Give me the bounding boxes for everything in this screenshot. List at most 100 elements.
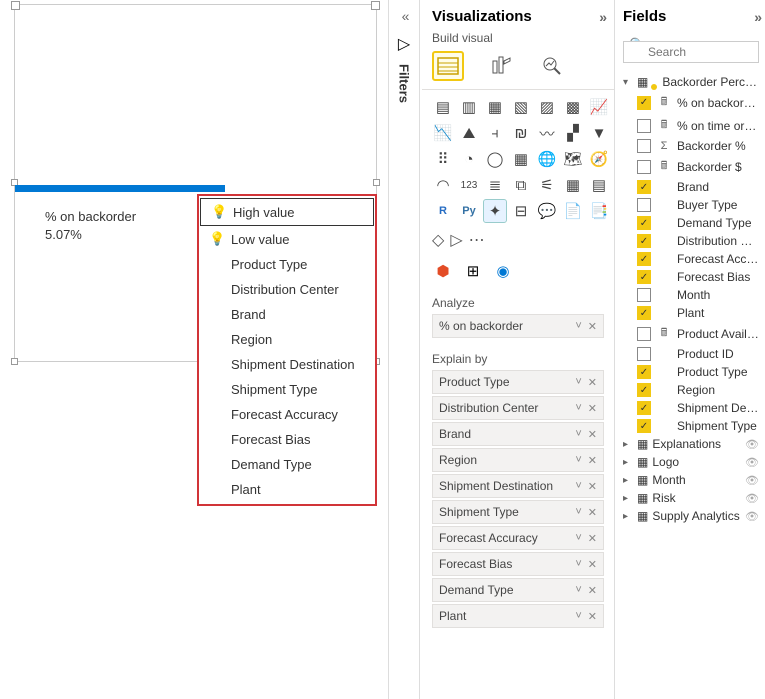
menu-item[interactable]: Product Type [199, 252, 375, 277]
line-clustered-column-icon[interactable]: ₪ [510, 122, 532, 144]
field-row[interactable]: Product ID [623, 345, 759, 363]
menu-item[interactable]: Shipment Destination [199, 352, 375, 377]
menu-item[interactable]: Forecast Accuracy [199, 402, 375, 427]
remove-field-icon[interactable]: ✕ [588, 506, 597, 519]
chevron-down-icon[interactable]: ˅ [575, 610, 581, 622]
funnel-icon[interactable]: ▼ [588, 122, 610, 144]
kpi-icon[interactable]: ⧉ [510, 174, 532, 196]
menu-item[interactable]: Distribution Center [199, 277, 375, 302]
field-checkbox[interactable] [637, 327, 651, 341]
chevron-down-icon[interactable]: ˅ [575, 320, 581, 332]
explain-field-well[interactable]: Brand˅✕ [432, 422, 604, 446]
explain-field-well[interactable]: Forecast Bias˅✕ [432, 552, 604, 576]
field-row[interactable]: ✓Region [623, 381, 759, 399]
expand-caret-icon[interactable]: ▾ [623, 77, 633, 88]
field-checkbox[interactable]: ✓ [637, 419, 651, 433]
table-row[interactable]: ▸▦Explanations👁 [623, 435, 759, 453]
field-row[interactable]: ΣBackorder % [623, 137, 759, 155]
card-icon[interactable]: 123 [458, 174, 480, 196]
chevron-down-icon[interactable]: ˅ [575, 402, 581, 414]
field-checkbox[interactable] [637, 160, 651, 174]
matrix-icon[interactable]: ▤ [588, 174, 610, 196]
expand-filters-icon[interactable]: « [402, 8, 407, 24]
field-checkbox[interactable]: ✓ [637, 252, 651, 266]
chevron-down-icon[interactable]: ˅ [575, 532, 581, 544]
field-row[interactable]: Buyer Type [623, 196, 759, 214]
area-chart-icon[interactable]: 📉 [432, 122, 454, 144]
azure-map-icon[interactable]: 🧭 [588, 148, 610, 170]
filters-pane-collapsed[interactable]: « ▷ Filters [388, 0, 420, 699]
field-checkbox[interactable] [637, 198, 651, 212]
stacked-area-icon[interactable]: ⛰ [458, 122, 480, 144]
chevron-down-icon[interactable]: ˅ [575, 558, 581, 570]
field-row[interactable]: ✓Product Type [623, 363, 759, 381]
field-row[interactable]: ✓Forecast Accuracy [623, 250, 759, 268]
field-row[interactable]: ✓🖩% on backorder [623, 91, 759, 114]
menu-item[interactable]: Shipment Type [199, 377, 375, 402]
expand-caret-icon[interactable]: ▸ [623, 493, 633, 504]
expand-caret-icon[interactable]: ▸ [623, 457, 633, 468]
chevron-down-icon[interactable]: ˅ [575, 506, 581, 518]
explain-field-well[interactable]: Demand Type˅✕ [432, 578, 604, 602]
field-row[interactable]: ✓Shipment Type [623, 417, 759, 435]
chevron-down-icon[interactable]: ˅ [575, 376, 581, 388]
remove-field-icon[interactable]: ✕ [588, 320, 597, 333]
clustered-column-icon[interactable]: ▧ [510, 96, 532, 118]
field-row[interactable]: 🖩Product Availabil... [623, 322, 759, 345]
tab-analytics[interactable] [536, 51, 568, 81]
field-row[interactable]: ✓Distribution Cent... [623, 232, 759, 250]
remove-field-icon[interactable]: ✕ [588, 584, 597, 597]
table-icon[interactable]: ▦ [562, 174, 584, 196]
menu-item[interactable]: 💡High value [200, 198, 374, 226]
field-row[interactable]: 🖩Backorder $ [623, 155, 759, 178]
field-row[interactable]: Month [623, 286, 759, 304]
field-row[interactable]: ✓Plant [623, 304, 759, 322]
field-checkbox[interactable] [637, 139, 651, 153]
slicer-icon[interactable]: ⚟ [536, 174, 558, 196]
menu-item[interactable]: Brand [199, 302, 375, 327]
custom-visual-icon[interactable]: ⊞ [462, 260, 484, 282]
menu-item[interactable]: Forecast Bias [199, 427, 375, 452]
table-row[interactable]: ▸▦Risk👁 [623, 489, 759, 507]
field-row[interactable]: ✓Demand Type [623, 214, 759, 232]
remove-field-icon[interactable]: ✕ [588, 376, 597, 389]
remove-field-icon[interactable]: ✕ [588, 532, 597, 545]
remove-field-icon[interactable]: ✕ [588, 454, 597, 467]
r-visual-icon[interactable]: R [432, 200, 454, 222]
table-row[interactable]: ▸▦Supply Analytics👁 [623, 507, 759, 525]
remove-field-icon[interactable]: ✕ [588, 402, 597, 415]
explain-field-well[interactable]: Forecast Accuracy˅✕ [432, 526, 604, 550]
fields-search-input[interactable] [623, 41, 759, 63]
explain-field-well[interactable]: Plant˅✕ [432, 604, 604, 628]
collapse-viz-icon[interactable]: » [599, 9, 604, 25]
expand-caret-icon[interactable]: ▸ [623, 439, 633, 450]
remove-field-icon[interactable]: ✕ [588, 480, 597, 493]
key-influencers-icon[interactable]: ✦ [484, 200, 506, 222]
html5-icon[interactable]: ⬢ [432, 260, 454, 282]
field-checkbox[interactable]: ✓ [637, 180, 651, 194]
field-checkbox[interactable]: ✓ [637, 270, 651, 284]
field-row[interactable]: ✓Forecast Bias [623, 268, 759, 286]
treemap-icon[interactable]: ▦ [510, 148, 532, 170]
chevron-down-icon[interactable]: ˅ [575, 584, 581, 596]
tab-build-visual[interactable] [432, 51, 464, 81]
clustered-bar-icon[interactable]: ▦ [484, 96, 506, 118]
smart-narrative-icon[interactable]: 📄 [562, 200, 584, 222]
chevron-down-icon[interactable]: ˅ [575, 480, 581, 492]
field-checkbox[interactable] [637, 119, 651, 133]
line-stacked-column-icon[interactable]: ⫞ [484, 122, 506, 144]
stacked-column-100-icon[interactable]: ▩ [562, 96, 584, 118]
menu-item[interactable]: 💡Low value [199, 226, 375, 252]
multi-row-card-icon[interactable]: ≣ [484, 174, 506, 196]
field-checkbox[interactable] [637, 288, 651, 302]
collapse-fields-icon[interactable]: » [754, 9, 759, 25]
gauge-icon[interactable]: ◠ [432, 174, 454, 196]
explain-field-well[interactable]: Product Type˅✕ [432, 370, 604, 394]
map-icon[interactable]: 🌐 [536, 148, 558, 170]
power-automate-icon[interactable]: ▷ [450, 230, 462, 250]
paginated-report-icon[interactable]: 📑 [588, 200, 610, 222]
analyze-field-well[interactable]: % on backorder ˅✕ [432, 314, 604, 338]
chevron-down-icon[interactable]: ˅ [575, 454, 581, 466]
expand-caret-icon[interactable]: ▸ [623, 475, 633, 486]
menu-item[interactable]: Region [199, 327, 375, 352]
